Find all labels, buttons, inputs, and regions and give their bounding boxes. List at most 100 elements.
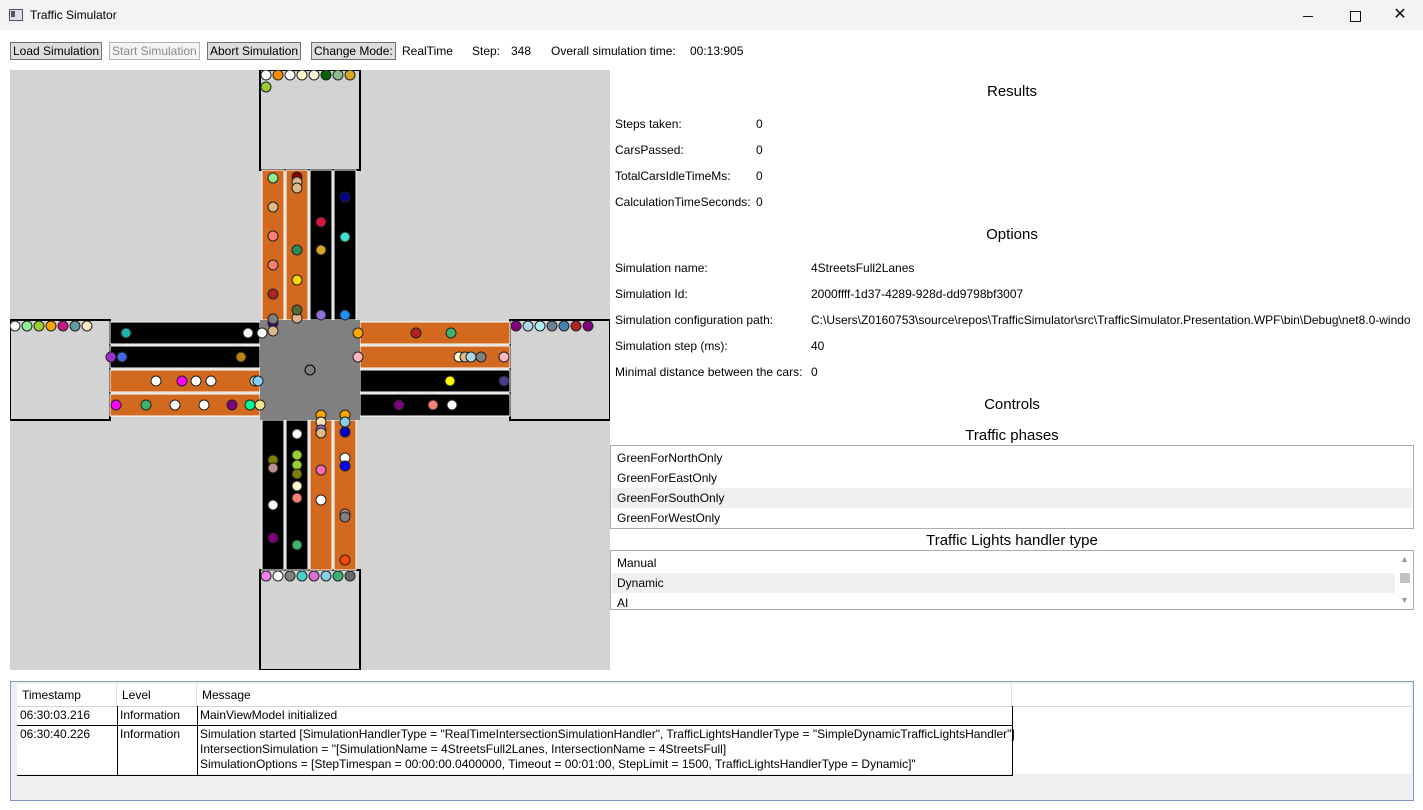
car <box>315 464 327 476</box>
results-value: 0 <box>756 195 763 209</box>
handler-type-list[interactable]: ▲ ▼ Manual Dynamic AI <box>610 550 1414 610</box>
options-value: 4StreetsFull2Lanes <box>811 261 915 275</box>
car <box>10 320 21 332</box>
traffic-phase-item[interactable]: GreenForNorthOnly <box>612 448 1412 468</box>
car <box>320 70 332 81</box>
options-label: Simulation Id: <box>615 287 688 301</box>
maximize-button[interactable] <box>1332 0 1378 30</box>
abort-simulation-button[interactable]: Abort Simulation <box>207 42 302 60</box>
traffic-phases-list[interactable]: GreenForNorthOnly GreenForEastOnly GreenFo… <box>610 445 1414 529</box>
traffic-phase-item[interactable]: GreenForWestOnly <box>612 508 1412 528</box>
intersection-view <box>10 70 610 670</box>
car <box>272 570 284 582</box>
results-title: Results <box>986 83 1038 100</box>
options-title: Options <box>986 226 1038 243</box>
results-label: CalculationTimeSeconds: <box>615 195 751 209</box>
log-col-line <box>197 706 198 776</box>
maximize-icon <box>1349 10 1361 22</box>
traffic-phase-item[interactable]: GreenForSouthOnly <box>612 488 1412 508</box>
car <box>582 320 594 332</box>
change-mode-button[interactable]: Change Mode: <box>311 42 396 60</box>
options-label: Simulation step (ms): <box>615 339 728 353</box>
car <box>267 201 279 213</box>
log-column-header[interactable]: Level <box>117 684 197 706</box>
car <box>546 320 558 332</box>
car <box>570 320 582 332</box>
overall-time-value: 00:13:905 <box>690 44 744 58</box>
car <box>254 399 266 411</box>
car <box>267 172 279 184</box>
car <box>291 492 303 504</box>
close-icon: ✕ <box>1393 6 1407 23</box>
lane-east-1 <box>359 345 511 369</box>
car <box>522 320 534 332</box>
car <box>267 532 279 544</box>
car <box>315 427 327 439</box>
handler-type-item[interactable]: AI <box>612 593 1395 609</box>
car <box>315 309 327 321</box>
load-simulation-button[interactable]: Load Simulation <box>10 42 103 60</box>
car <box>190 375 202 387</box>
lane-south-0 <box>261 419 285 571</box>
log-message: SimulationOptions = [StepTimespan = 00:0… <box>200 757 916 771</box>
car <box>198 399 210 411</box>
log-timestamp: 06:30:03.216 <box>20 708 91 722</box>
car <box>498 351 510 363</box>
log-column-header[interactable]: Message <box>197 684 1012 706</box>
car <box>427 399 439 411</box>
car <box>105 351 117 363</box>
car <box>284 570 296 582</box>
traffic-phase-item[interactable]: GreenForEastOnly <box>612 468 1412 488</box>
log-grid[interactable]: Timestamp Level Message 06:30:03.216 Informa… <box>10 681 1414 801</box>
minimize-icon <box>1303 15 1313 17</box>
log-message: IntersectionSimulation = "[SimulationNam… <box>200 742 727 756</box>
car <box>291 428 303 440</box>
scroll-down-icon[interactable]: ▼ <box>1396 592 1413 609</box>
car <box>291 182 303 194</box>
car <box>81 320 93 332</box>
intersection-canvas <box>10 70 610 670</box>
log-level: Information <box>120 708 181 722</box>
scroll-up-icon[interactable]: ▲ <box>1396 551 1413 568</box>
options-value: 0 <box>811 365 818 379</box>
car <box>308 570 320 582</box>
handler-type-title: Traffic Lights handler type <box>926 532 1098 549</box>
overall-time-label: Overall simulation time: <box>551 44 676 58</box>
handler-type-item[interactable]: Dynamic <box>612 573 1395 593</box>
minimize-button[interactable] <box>1285 0 1331 30</box>
east-spawn-box <box>509 319 610 421</box>
car <box>284 70 296 81</box>
options-label: Minimal distance between the cars: <box>615 365 803 379</box>
log-column-header[interactable]: Timestamp <box>17 684 117 706</box>
car <box>344 70 356 81</box>
window-title: Traffic Simulator <box>30 8 117 22</box>
car <box>339 460 351 472</box>
results-value: 0 <box>756 143 763 157</box>
results-value: 0 <box>756 169 763 183</box>
close-button[interactable]: ✕ <box>1377 0 1423 30</box>
car <box>260 81 272 93</box>
log-level: Information <box>120 727 181 741</box>
step-label: Step: <box>472 44 501 58</box>
app-window-icon <box>9 9 23 21</box>
handler-list-scrollbar[interactable]: ▲ ▼ <box>1396 551 1413 609</box>
car <box>205 375 217 387</box>
car <box>45 320 57 332</box>
car <box>260 570 272 582</box>
south-spawn-box <box>259 569 361 670</box>
car <box>260 70 272 81</box>
car <box>339 191 351 203</box>
title-bar: Traffic Simulator ✕ <box>0 0 1423 30</box>
results-label: TotalCarsIdleTimeMs: <box>615 169 731 183</box>
car <box>252 375 264 387</box>
car <box>475 351 487 363</box>
handler-type-item[interactable]: Manual <box>612 553 1395 573</box>
car <box>352 351 364 363</box>
car <box>226 399 238 411</box>
scroll-thumb[interactable] <box>1400 573 1410 583</box>
log-timestamp: 06:30:40.226 <box>20 727 91 741</box>
start-simulation-button[interactable]: Start Simulation <box>109 42 200 60</box>
car <box>235 351 247 363</box>
lane-east-2 <box>359 369 511 393</box>
car <box>57 320 69 332</box>
